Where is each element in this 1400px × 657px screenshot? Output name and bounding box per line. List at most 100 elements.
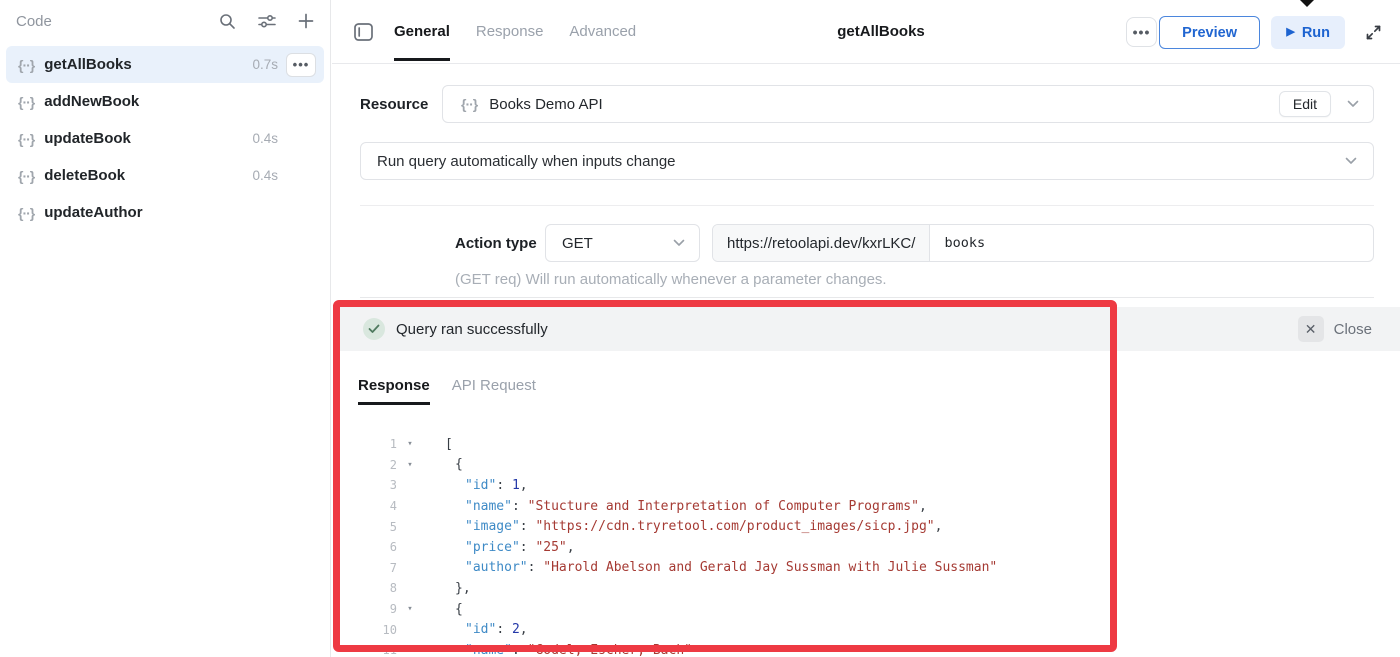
line-number: 6 bbox=[332, 540, 397, 554]
chevron-down-icon bbox=[673, 239, 685, 247]
query-duration: 0.7s bbox=[238, 57, 278, 72]
code-line: 5 "image": "https://cdn.tryretool.com/pro… bbox=[332, 516, 1400, 537]
code-content: "id": 1, bbox=[423, 478, 1400, 493]
query-name: getAllBooks bbox=[44, 56, 132, 73]
sidebar-item-updateAuthor[interactable]: {··}updateAuthor bbox=[6, 194, 324, 231]
code-content: { bbox=[423, 602, 1400, 617]
sidebar-item-getAllBooks[interactable]: {··} getAllBooks 0.7s ••• bbox=[6, 46, 324, 83]
code-line: 2▾{ bbox=[332, 455, 1400, 476]
sidebar-tools bbox=[219, 13, 314, 30]
token-k: "id" bbox=[465, 478, 496, 493]
tab-response-result[interactable]: Response bbox=[358, 365, 430, 405]
code-content: "author": "Harold Abelson and Gerald Jay… bbox=[423, 560, 1400, 575]
token-p: : bbox=[520, 540, 536, 555]
query-duration: 0.4s bbox=[238, 131, 278, 146]
token-p: }, bbox=[455, 581, 471, 596]
resource-value: Books Demo API bbox=[489, 96, 602, 113]
code-content: "id": 2, bbox=[423, 622, 1400, 637]
sidebar-header: Code bbox=[0, 0, 330, 42]
fold-arrow-icon[interactable]: ▾ bbox=[397, 460, 423, 470]
token-n: 1 bbox=[512, 478, 520, 493]
sidebar-item-deleteBook[interactable]: {··}deleteBook0.4s bbox=[6, 157, 324, 194]
resource-select[interactable]: {··} Books Demo API Edit bbox=[442, 85, 1374, 123]
code-line: 3 "id": 1, bbox=[332, 475, 1400, 496]
url-path-input[interactable]: books bbox=[930, 225, 1373, 261]
token-p: , bbox=[520, 622, 528, 637]
code-braces-icon: {··} bbox=[18, 205, 34, 221]
token-p: , bbox=[567, 540, 575, 555]
edit-resource-button[interactable]: Edit bbox=[1279, 91, 1331, 117]
method-select[interactable]: GET bbox=[545, 224, 700, 262]
success-banner: Query ran successfully ✕ Close bbox=[340, 307, 1400, 351]
close-label: Close bbox=[1334, 321, 1372, 338]
run-helper-text: (GET req) Will run automatically wheneve… bbox=[455, 271, 887, 288]
line-number: 11 bbox=[332, 643, 397, 657]
code-line: 11"name": "Godel, Escher, Bach" bbox=[332, 640, 1400, 657]
sidebar-list: {··}getAllBooks0.7s•••{··}addNewBook{··}… bbox=[0, 42, 330, 235]
play-icon: ▶ bbox=[1286, 27, 1294, 38]
tab-api-request[interactable]: API Request bbox=[452, 365, 536, 405]
token-s: "https://cdn.tryretool.com/product_image… bbox=[535, 519, 934, 534]
add-query-icon[interactable] bbox=[298, 13, 314, 29]
response-code[interactable]: 1▾[2▾{3"id": 1,4"name": "Stucture and In… bbox=[332, 434, 1400, 657]
run-button[interactable]: ▶ Run bbox=[1271, 16, 1345, 49]
fold-arrow-icon[interactable]: ▾ bbox=[397, 604, 423, 614]
code-sidebar: Code {··}getAllBooks0.7s•••{··}addNewBoo… bbox=[0, 0, 331, 657]
token-p: , bbox=[520, 478, 528, 493]
code-content: }, bbox=[423, 581, 1400, 596]
filter-sliders-icon[interactable] bbox=[258, 13, 276, 29]
line-number: 10 bbox=[332, 623, 397, 637]
line-number: 3 bbox=[332, 478, 397, 492]
close-results-button[interactable]: ✕ Close bbox=[1298, 316, 1372, 342]
code-line: 10 "id": 2, bbox=[332, 619, 1400, 640]
query-menu-button[interactable]: ••• bbox=[286, 53, 316, 77]
code-braces-icon: {··} bbox=[18, 57, 34, 73]
line-number: 7 bbox=[332, 561, 397, 575]
query-title: getAllBooks bbox=[837, 0, 925, 63]
preview-button[interactable]: Preview bbox=[1159, 16, 1260, 49]
line-number: 5 bbox=[332, 520, 397, 534]
line-number: 9 bbox=[332, 602, 397, 616]
chevron-down-icon bbox=[1345, 157, 1357, 165]
code-line: 9▾{ bbox=[332, 599, 1400, 620]
query-duration: 0.4s bbox=[238, 168, 278, 183]
code-content: "price": "25", bbox=[423, 540, 1400, 555]
main-panel: General Response Advanced getAllBooks ••… bbox=[332, 0, 1400, 657]
editor-header: General Response Advanced getAllBooks ••… bbox=[332, 0, 1400, 64]
token-s: "Godel, Escher, Bach" bbox=[528, 643, 692, 657]
sidebar-item-addNewBook[interactable]: {··}addNewBook bbox=[6, 83, 324, 120]
line-number: 4 bbox=[332, 499, 397, 513]
token-p: : bbox=[512, 643, 528, 657]
search-icon[interactable] bbox=[219, 13, 236, 30]
close-icon[interactable]: ✕ bbox=[1298, 316, 1324, 342]
method-value: GET bbox=[562, 235, 593, 252]
tab-general[interactable]: General bbox=[394, 0, 450, 63]
token-p: { bbox=[455, 457, 463, 472]
token-s: "25" bbox=[535, 540, 566, 555]
token-k: "author" bbox=[465, 560, 528, 575]
token-n: 2 bbox=[512, 622, 520, 637]
expand-icon[interactable] bbox=[1364, 23, 1383, 47]
query-name: updateBook bbox=[44, 130, 131, 147]
results-panel-border bbox=[360, 297, 1374, 298]
results-tabs: Response API Request bbox=[358, 365, 536, 405]
token-p: : bbox=[496, 478, 512, 493]
success-check-icon bbox=[363, 318, 385, 340]
more-options-button[interactable]: ••• bbox=[1126, 17, 1157, 47]
url-prefix: https://retoolapi.dev/kxrLKC/ bbox=[713, 225, 930, 261]
query-menu-slot: ••• bbox=[278, 53, 316, 77]
section-divider bbox=[360, 205, 1374, 206]
tab-response[interactable]: Response bbox=[476, 0, 544, 63]
run-mode-select[interactable]: Run query automatically when inputs chan… bbox=[360, 142, 1374, 180]
line-number: 8 bbox=[332, 581, 397, 595]
code-content: [ bbox=[423, 437, 1400, 452]
code-braces-icon: {··} bbox=[461, 96, 477, 112]
panel-toggle-icon[interactable] bbox=[354, 23, 373, 46]
url-input-group: https://retoolapi.dev/kxrLKC/ books bbox=[712, 224, 1374, 262]
code-line: 7 "author": "Harold Abelson and Gerald Ja… bbox=[332, 558, 1400, 579]
code-content: "image": "https://cdn.tryretool.com/prod… bbox=[423, 519, 1400, 534]
sidebar-item-updateBook[interactable]: {··}updateBook0.4s bbox=[6, 120, 324, 157]
query-name: addNewBook bbox=[44, 93, 139, 110]
tab-advanced[interactable]: Advanced bbox=[569, 0, 636, 63]
fold-arrow-icon[interactable]: ▾ bbox=[397, 439, 423, 449]
